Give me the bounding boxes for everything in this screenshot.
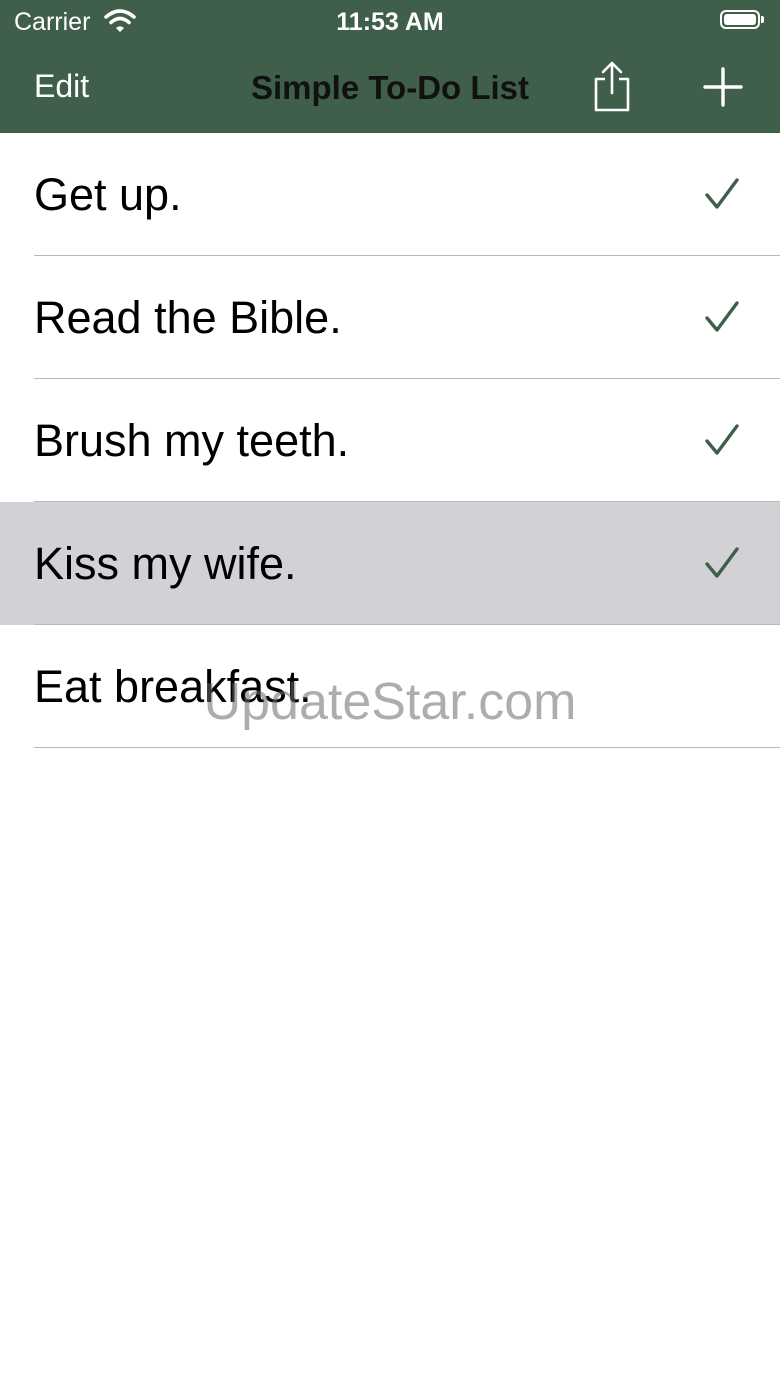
checkmark-icon: [705, 424, 739, 455]
todo-list: Get up. Read the Bible. Brush my teeth. …: [0, 133, 780, 748]
todo-text: Kiss my wife.: [34, 538, 297, 589]
status-time: 11:53 AM: [336, 8, 444, 36]
plus-icon[interactable]: [702, 66, 744, 108]
navigation-bar: Carrier 11:53 AM Edit Simple To-Do List: [0, 0, 780, 133]
todo-text: Read the Bible.: [34, 292, 342, 343]
share-icon[interactable]: [590, 60, 634, 114]
page-title: Simple To-Do List: [250, 69, 530, 106]
todo-text: Eat breakfast.: [34, 661, 312, 712]
todo-row[interactable]: Read the Bible.: [0, 256, 780, 379]
checkmark-icon: [705, 547, 739, 578]
battery-full-icon: [720, 10, 764, 29]
todo-text: Get up.: [34, 169, 182, 220]
status-bar: Carrier 11:53 AM: [0, 0, 780, 44]
todo-row[interactable]: Eat breakfast.: [0, 625, 780, 748]
todo-row[interactable]: Get up.: [0, 133, 780, 256]
checkmark-icon: [705, 178, 739, 209]
todo-row[interactable]: Brush my teeth.: [0, 379, 780, 502]
todo-text: Brush my teeth.: [34, 415, 350, 466]
todo-row-selected[interactable]: Kiss my wife.: [0, 502, 780, 625]
checkmark-icon: [705, 301, 739, 332]
